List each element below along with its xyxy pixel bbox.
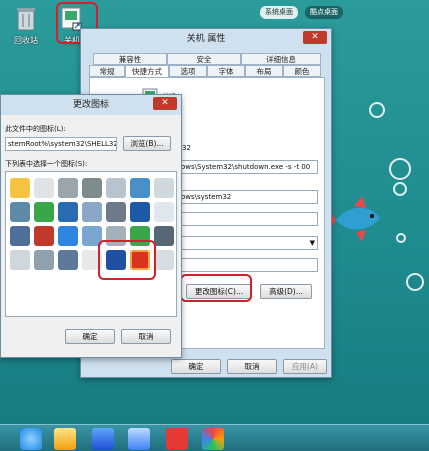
icon-option[interactable] [10, 202, 30, 222]
icon-option[interactable] [106, 178, 126, 198]
icon-option[interactable] [34, 202, 54, 222]
bubble-decoration [389, 158, 411, 180]
tab-details[interactable]: 详细信息 [241, 53, 321, 65]
bubble-decoration [369, 102, 385, 118]
icon-option[interactable] [82, 178, 102, 198]
start-in-field[interactable]: ows\system32 [178, 190, 318, 204]
run-mode-select[interactable]: ▼ [178, 236, 318, 250]
icon-option[interactable] [154, 202, 174, 222]
fish-decoration [330, 196, 380, 242]
advanced-button[interactable]: 高级(D)... [260, 284, 312, 299]
power-icon-highlight [98, 240, 156, 280]
kudian-desktop-button[interactable]: 酷点桌面 [305, 6, 343, 19]
properties-ok-button[interactable]: 确定 [171, 359, 221, 374]
icon-option[interactable] [10, 178, 30, 198]
desktop-background: 系统桌面 酷点桌面 回收站 关机 关机 属性 ✕ 兼容性 安全 详细信息 常规 … [0, 0, 429, 451]
icon-option[interactable] [130, 178, 150, 198]
recycle-bin-icon-option[interactable] [154, 250, 174, 270]
properties-close-button[interactable]: ✕ [303, 31, 327, 44]
tab-compatibility[interactable]: 兼容性 [93, 53, 167, 65]
bubble-decoration [393, 182, 407, 196]
icon-option[interactable] [10, 226, 30, 246]
app-icon[interactable] [202, 428, 224, 450]
tab-options[interactable]: 选项 [169, 65, 207, 77]
icon-option[interactable] [34, 250, 54, 270]
icon-option[interactable] [58, 202, 78, 222]
icon-option[interactable] [58, 178, 78, 198]
icon-option[interactable] [58, 226, 78, 246]
change-icon-dialog: 更改图标 ✕ 此文件中的图标(L): stemRoot%\system32\SH… [0, 94, 182, 358]
icon-option[interactable] [130, 202, 150, 222]
change-icon-highlight [180, 274, 252, 302]
ie-icon[interactable] [20, 428, 42, 450]
taskbar [0, 424, 429, 451]
icon-option[interactable] [154, 226, 174, 246]
bubble-decoration [406, 273, 424, 291]
system-desktop-button[interactable]: 系统桌面 [260, 6, 298, 19]
change-icon-ok-button[interactable]: 确定 [65, 329, 115, 344]
icon-option[interactable] [58, 250, 78, 270]
properties-apply-button[interactable]: 应用(A) [283, 359, 327, 374]
icon-option[interactable] [154, 178, 174, 198]
file-label: 此文件中的图标(L): [5, 125, 66, 133]
comment-field[interactable] [178, 258, 318, 272]
list-label: 下列表中选择一个图标(S): [5, 160, 88, 168]
recycle-bin-label: 回收站 [14, 36, 38, 45]
tab-security[interactable]: 安全 [167, 53, 241, 65]
tab-general[interactable]: 常规 [89, 65, 125, 77]
icon-file-field[interactable]: stemRoot%\system32\SHELL32. [5, 137, 117, 151]
explorer-icon[interactable] [54, 428, 76, 450]
tab-colors[interactable]: 颜色 [283, 65, 321, 77]
browse-button[interactable]: 浏览(B)... [123, 136, 171, 151]
icon-option[interactable] [34, 226, 54, 246]
properties-cancel-button[interactable]: 取消 [227, 359, 277, 374]
icon-option[interactable] [34, 178, 54, 198]
app-icon[interactable] [128, 428, 150, 450]
properties-title: 关机 属性 [186, 34, 226, 44]
app-icon[interactable] [92, 428, 114, 450]
target-field[interactable]: ows\System32\shutdown.exe -s -t 00 [178, 160, 318, 174]
change-icon-cancel-button[interactable]: 取消 [121, 329, 171, 344]
recycle-bin-shortcut[interactable]: 回收站 [6, 6, 46, 46]
change-icon-close-button[interactable]: ✕ [153, 97, 177, 110]
icon-option[interactable] [10, 250, 30, 270]
bubble-decoration [396, 233, 406, 243]
target-type-fragment: 32 [182, 144, 191, 152]
chevron-down-icon: ▼ [309, 239, 315, 247]
icon-option[interactable] [106, 202, 126, 222]
shortcut-key-field[interactable] [178, 212, 318, 226]
icon-option[interactable] [82, 202, 102, 222]
it-icon[interactable] [166, 428, 188, 450]
tab-layout[interactable]: 布局 [245, 65, 283, 77]
recycle-bin-icon [17, 8, 35, 31]
tab-font[interactable]: 字体 [207, 65, 245, 77]
